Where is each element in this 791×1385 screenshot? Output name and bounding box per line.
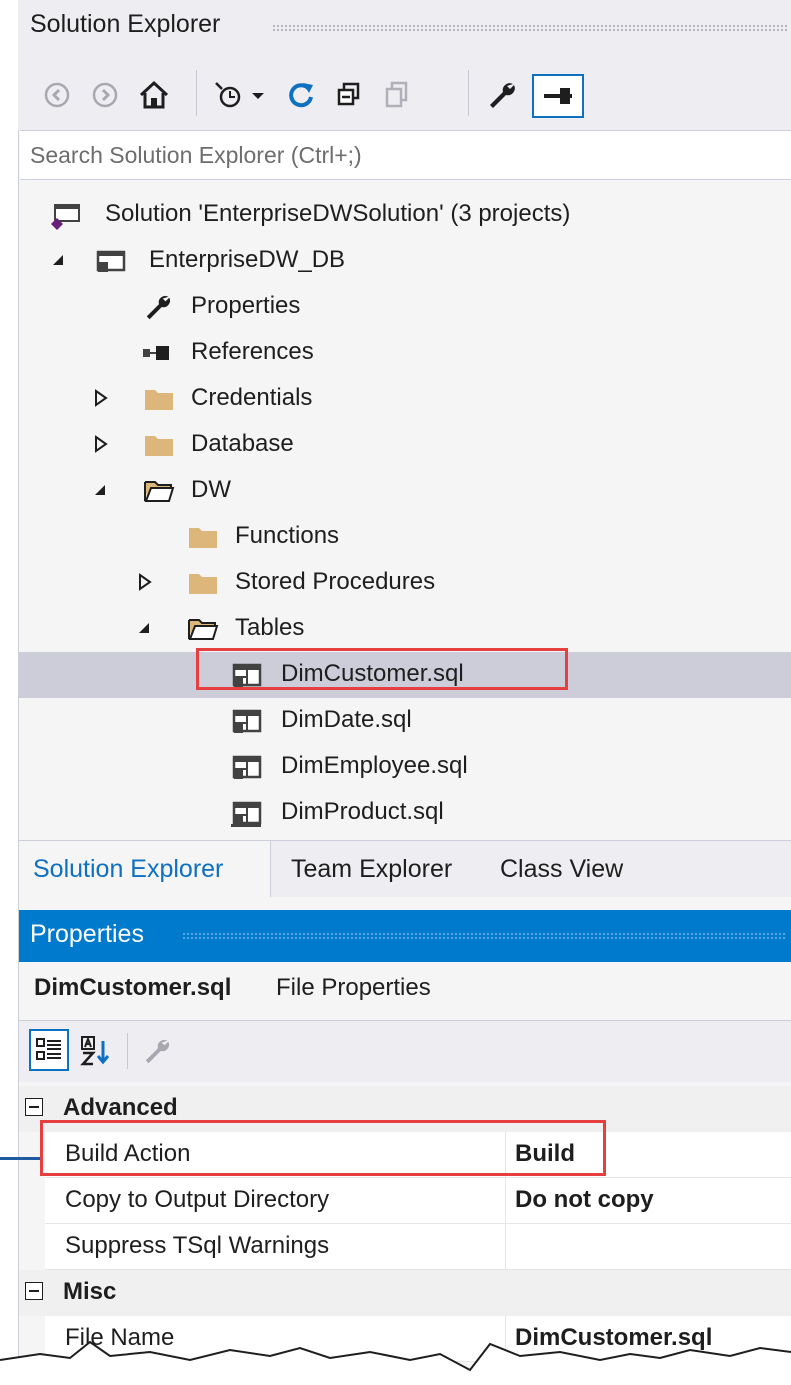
- highlight-box-dimcustomer: [196, 648, 568, 690]
- tree-label: EnterpriseDW_DB: [149, 246, 346, 273]
- tree-label: Tables: [235, 614, 305, 641]
- solution-icon: [49, 200, 81, 230]
- property-row-suppress-warnings[interactable]: Suppress TSql Warnings: [45, 1224, 791, 1270]
- tab-solution-explorer[interactable]: Solution Explorer: [19, 841, 271, 897]
- category-label: Misc: [63, 1278, 117, 1305]
- tree-row-properties[interactable]: Properties: [19, 284, 791, 330]
- tab-team-explorer[interactable]: Team Explorer: [291, 841, 452, 897]
- property-row-copy-to-output[interactable]: Copy to Output Directory Do not copy: [45, 1178, 791, 1224]
- folder-icon: [143, 384, 175, 414]
- tree-label: Properties: [191, 292, 301, 319]
- property-pages-icon[interactable]: [137, 1031, 177, 1071]
- folder-icon: [187, 522, 219, 552]
- pending-changes-icon[interactable]: [210, 76, 270, 114]
- tree-row-dw[interactable]: DW: [19, 468, 791, 514]
- category-misc[interactable]: Misc: [19, 1270, 791, 1316]
- expanded-arrow-icon[interactable]: [135, 618, 155, 638]
- callout-line: [0, 1157, 40, 1160]
- sync-icon[interactable]: [282, 76, 320, 114]
- next-item-edge: [231, 824, 261, 827]
- collapse-toggle-icon[interactable]: [25, 1098, 43, 1116]
- folder-open-icon: [143, 476, 175, 506]
- tree-row-database[interactable]: Database: [19, 422, 791, 468]
- db-project-icon: [95, 246, 127, 276]
- properties-title: Properties: [30, 920, 144, 948]
- collapse-all-icon[interactable]: [330, 76, 368, 114]
- property-value[interactable]: Do not copy: [515, 1186, 654, 1214]
- tree-row-solution[interactable]: Solution 'EnterpriseDWSolution' (3 proje…: [19, 192, 791, 238]
- properties-toolbar: [19, 1020, 791, 1083]
- collapsed-arrow-icon[interactable]: [91, 388, 111, 408]
- tree-label: DimEmployee.sql: [281, 752, 468, 779]
- tree-label: DW: [191, 476, 231, 503]
- tree-label: Stored Procedures: [235, 568, 436, 595]
- tree-row-dimdate[interactable]: DimDate.sql: [19, 698, 791, 744]
- sql-table-icon: [231, 752, 263, 782]
- tree-row-credentials[interactable]: Credentials: [19, 376, 791, 422]
- forward-icon[interactable]: [88, 78, 122, 112]
- alphabetical-icon[interactable]: [77, 1031, 117, 1071]
- solution-tree: Solution 'EnterpriseDWSolution' (3 proje…: [19, 182, 791, 827]
- wrench-icon: [143, 292, 175, 322]
- properties-icon[interactable]: [482, 76, 522, 114]
- collapsed-arrow-icon[interactable]: [91, 434, 111, 454]
- back-icon[interactable]: [40, 78, 74, 112]
- tree-label: Credentials: [191, 384, 313, 411]
- folder-open-icon: [187, 614, 219, 644]
- folder-icon: [187, 568, 219, 598]
- references-icon: [141, 338, 173, 368]
- left-gutter: [0, 0, 18, 1385]
- search-input[interactable]: [30, 131, 770, 179]
- torn-edge: [0, 1340, 791, 1385]
- collapse-toggle-icon[interactable]: [25, 1282, 43, 1300]
- tree-label: References: [191, 338, 314, 365]
- tree-label: DimDate.sql: [281, 706, 412, 733]
- expanded-arrow-icon[interactable]: [49, 250, 69, 270]
- tree-label: Functions: [235, 522, 340, 549]
- tree-row-functions[interactable]: Functions: [19, 514, 791, 560]
- tree-row-dimemployee[interactable]: DimEmployee.sql: [19, 744, 791, 790]
- sql-table-icon: [231, 706, 263, 736]
- categorized-icon[interactable]: [29, 1029, 69, 1071]
- solution-explorer-title: Solution Explorer: [30, 10, 221, 38]
- tree-row-stored-procedures[interactable]: Stored Procedures: [19, 560, 791, 606]
- search-box: [20, 130, 791, 180]
- collapsed-arrow-icon[interactable]: [135, 572, 155, 592]
- home-icon[interactable]: [134, 76, 174, 114]
- properties-grip[interactable]: [182, 932, 787, 940]
- property-name: Suppress TSql Warnings: [65, 1232, 330, 1259]
- highlight-box-build-action: [40, 1120, 606, 1176]
- tree-row-references[interactable]: References: [19, 330, 791, 376]
- tab-class-view[interactable]: Class View: [500, 841, 623, 897]
- show-all-files-icon[interactable]: [378, 76, 416, 114]
- tree-row-tables[interactable]: Tables: [19, 606, 791, 652]
- property-name: Copy to Output Directory: [65, 1186, 330, 1213]
- tree-row-dimproduct[interactable]: DimProduct.sql: [19, 790, 791, 827]
- expanded-arrow-icon[interactable]: [91, 480, 111, 500]
- tree-label: DimProduct.sql: [281, 798, 444, 825]
- titlebar-grip[interactable]: [272, 24, 787, 32]
- properties-object-name: DimCustomer.sql: [34, 974, 232, 1001]
- tree-label: Database: [191, 430, 294, 457]
- properties-object-kind: File Properties: [276, 974, 431, 1001]
- category-label: Advanced: [63, 1094, 178, 1121]
- pin-icon[interactable]: [532, 74, 584, 118]
- sql-table-icon: [231, 798, 263, 827]
- folder-icon: [143, 430, 175, 460]
- tool-window-tabs: Solution Explorer Team Explorer Class Vi…: [19, 840, 791, 897]
- tree-label: Solution 'EnterpriseDWSolution' (3 proje…: [105, 200, 571, 227]
- tree-row-project[interactable]: EnterpriseDW_DB: [19, 238, 791, 284]
